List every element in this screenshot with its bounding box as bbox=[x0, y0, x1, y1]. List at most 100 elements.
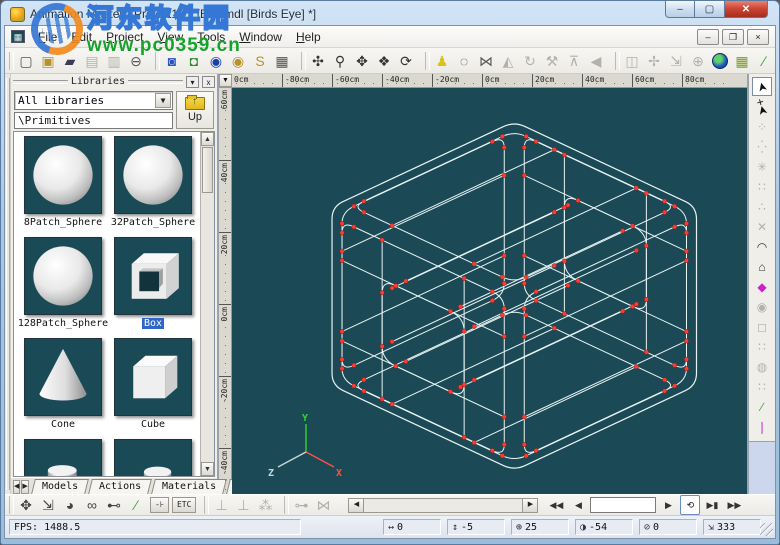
control-point[interactable] bbox=[472, 378, 476, 382]
control-point[interactable] bbox=[662, 199, 666, 203]
control-point[interactable] bbox=[448, 389, 452, 393]
control-point[interactable] bbox=[522, 442, 526, 446]
control-point[interactable] bbox=[502, 253, 506, 257]
control-point[interactable] bbox=[562, 312, 566, 316]
frame-scroll-right-icon[interactable]: ▶ bbox=[522, 499, 537, 512]
control-point[interactable] bbox=[672, 225, 676, 229]
control-point[interactable] bbox=[394, 364, 398, 368]
zoom-selected-icon[interactable]: ❖ bbox=[373, 51, 395, 71]
control-point[interactable] bbox=[500, 313, 504, 317]
library-item-Cone[interactable]: Cone bbox=[18, 338, 108, 439]
control-point[interactable] bbox=[502, 307, 506, 311]
control-point[interactable] bbox=[502, 415, 506, 419]
refresh-view-icon[interactable]: ⟳ bbox=[395, 51, 417, 71]
bone-add-icon[interactable]: ∕ bbox=[752, 397, 772, 416]
rewind-icon[interactable]: ◀◀ bbox=[546, 495, 566, 515]
control-point[interactable] bbox=[621, 309, 625, 313]
control-point[interactable] bbox=[390, 223, 394, 227]
group-mode-icon[interactable]: ∞ bbox=[81, 495, 103, 515]
control-point[interactable] bbox=[462, 276, 466, 280]
control-point[interactable] bbox=[576, 279, 580, 283]
muscle-mode-icon[interactable]: ❘ bbox=[752, 417, 772, 436]
control-point[interactable] bbox=[522, 173, 526, 177]
control-point[interactable] bbox=[534, 139, 538, 143]
control-point[interactable] bbox=[490, 448, 494, 452]
cage-icon[interactable]: ▦ bbox=[731, 51, 753, 71]
earth-icon[interactable] bbox=[709, 51, 731, 71]
control-point[interactable] bbox=[684, 249, 688, 253]
control-point[interactable] bbox=[522, 334, 526, 338]
control-point[interactable] bbox=[522, 415, 526, 419]
control-point[interactable] bbox=[448, 309, 452, 313]
frame-scrollbar[interactable]: ◀▶ bbox=[348, 498, 538, 513]
film-strip-icon[interactable]: ▦ bbox=[271, 51, 293, 71]
control-point[interactable] bbox=[684, 329, 688, 333]
pan-hand-icon[interactable]: ✣ bbox=[307, 51, 329, 71]
menu-help[interactable]: Help bbox=[289, 28, 328, 46]
end-icon[interactable]: ▶▶ bbox=[724, 495, 744, 515]
menu-tools[interactable]: Tools bbox=[190, 28, 232, 46]
library-filter-combo[interactable]: All Libraries ▼ bbox=[14, 91, 173, 110]
bone-green-icon[interactable]: ∕ bbox=[753, 51, 775, 71]
control-point[interactable] bbox=[644, 297, 648, 301]
control-point[interactable] bbox=[534, 289, 538, 293]
control-point[interactable] bbox=[362, 199, 366, 203]
up-folder-button[interactable]: Up bbox=[176, 91, 214, 129]
control-point[interactable] bbox=[644, 350, 648, 354]
control-point[interactable] bbox=[552, 263, 556, 267]
control-point[interactable] bbox=[458, 385, 462, 389]
pointer-icon[interactable]: ➤ bbox=[752, 77, 772, 96]
view-menu-button[interactable]: ▼ bbox=[219, 74, 232, 87]
control-point[interactable] bbox=[524, 275, 528, 279]
control-point[interactable] bbox=[634, 248, 638, 252]
control-point[interactable] bbox=[502, 442, 506, 446]
prev-frame-icon[interactable]: ◀ bbox=[568, 495, 588, 515]
control-point[interactable] bbox=[340, 329, 344, 333]
control-point[interactable] bbox=[490, 139, 494, 143]
control-point[interactable] bbox=[684, 366, 688, 370]
control-point[interactable] bbox=[524, 134, 528, 138]
control-point[interactable] bbox=[524, 454, 528, 458]
scale-mode-icon[interactable]: ⇲ bbox=[37, 495, 59, 515]
library-item-cylinder[interactable] bbox=[18, 439, 108, 477]
control-point[interactable] bbox=[340, 357, 344, 361]
control-point[interactable] bbox=[390, 286, 394, 290]
open-file-icon[interactable]: ▣ bbox=[37, 51, 59, 71]
path-mode-icon[interactable]: ∕ bbox=[125, 495, 147, 515]
mdi-minimize-button[interactable]: – bbox=[697, 29, 719, 45]
control-point[interactable] bbox=[390, 402, 394, 406]
control-point[interactable] bbox=[684, 231, 688, 235]
control-point[interactable] bbox=[534, 298, 538, 302]
control-point[interactable] bbox=[404, 359, 408, 363]
control-point[interactable] bbox=[362, 210, 366, 214]
padlock-gold-icon[interactable]: ◉ bbox=[227, 51, 249, 71]
control-point[interactable] bbox=[380, 397, 384, 401]
library-item-8Patch_Sphere[interactable]: 8Patch_Sphere bbox=[18, 136, 108, 237]
control-point[interactable] bbox=[634, 364, 638, 368]
control-point[interactable] bbox=[340, 258, 344, 262]
control-point[interactable] bbox=[490, 298, 494, 302]
control-point[interactable] bbox=[502, 145, 506, 149]
control-point[interactable] bbox=[562, 259, 566, 263]
padlock-blue-icon[interactable]: ◉ bbox=[205, 51, 227, 71]
lasso-poly-icon[interactable]: ⌂ bbox=[752, 257, 772, 276]
control-point[interactable] bbox=[340, 339, 344, 343]
control-point[interactable] bbox=[672, 363, 676, 367]
control-point[interactable] bbox=[500, 134, 504, 138]
menu-view[interactable]: View bbox=[150, 28, 190, 46]
menu-window[interactable]: Window bbox=[232, 28, 289, 46]
control-point[interactable] bbox=[458, 304, 462, 308]
libraries-close-button[interactable]: x bbox=[202, 76, 215, 88]
tabs-scroll-left-icon[interactable]: ◀ bbox=[13, 480, 20, 494]
rotate-mode-icon[interactable]: ◕ bbox=[59, 495, 81, 515]
control-point[interactable] bbox=[502, 173, 506, 177]
control-point[interactable] bbox=[631, 224, 635, 228]
menu-edit[interactable]: Edit bbox=[64, 28, 99, 46]
menu-project[interactable]: Project bbox=[99, 28, 150, 46]
control-point[interactable] bbox=[380, 290, 384, 294]
control-point[interactable] bbox=[621, 228, 625, 232]
minimize-button[interactable]: – bbox=[665, 1, 695, 18]
control-point[interactable] bbox=[552, 326, 556, 330]
control-point[interactable] bbox=[672, 384, 676, 388]
control-point[interactable] bbox=[462, 329, 466, 333]
